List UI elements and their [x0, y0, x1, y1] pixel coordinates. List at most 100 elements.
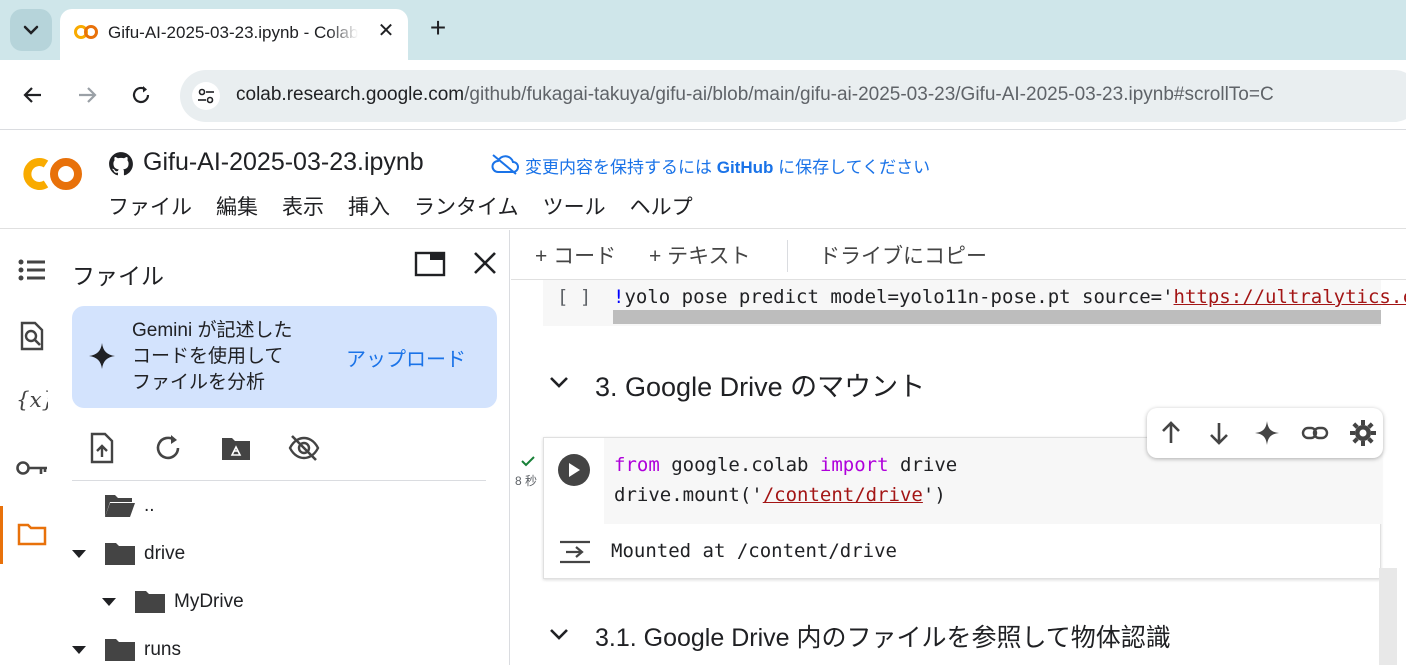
colab-favicon-icon	[74, 25, 98, 39]
close-icon[interactable]	[470, 248, 500, 278]
svg-text:{x}: {x}	[16, 388, 48, 413]
visibility-off-icon[interactable]	[288, 432, 320, 464]
arrow-up-icon[interactable]	[1157, 419, 1185, 447]
chevron-down-icon	[23, 25, 39, 35]
check-icon	[521, 456, 535, 467]
new-tab-button[interactable]: +	[424, 14, 452, 42]
code-call: drive.mount('	[614, 484, 763, 506]
notebook-main: + コード + テキスト ドライブにコピー [ ] !yolo pose pre…	[511, 230, 1406, 665]
code-cell-2[interactable]: from google.colab import drive drive.mou…	[543, 437, 1382, 579]
tree-item-mydrive[interactable]: MyDrive	[102, 582, 244, 622]
code-path: /content/drive	[762, 484, 923, 506]
tree-item-drive[interactable]: drive	[72, 534, 185, 574]
code-prefix: yolo pose predict model=yolo11n-pose.pt …	[624, 286, 1174, 308]
notebook-title[interactable]: Gifu-AI-2025-03-23.ipynb	[143, 148, 424, 177]
cloud-off-icon	[491, 154, 519, 175]
secrets-button[interactable]	[16, 452, 48, 484]
chevron-down-icon[interactable]	[549, 375, 569, 389]
code-name: drive	[888, 454, 958, 476]
cell-run-brackets[interactable]: [ ]	[557, 286, 591, 308]
colab-logo-icon[interactable]	[20, 153, 86, 195]
code-close: ')	[922, 484, 946, 506]
horizontal-scrollbar[interactable]	[613, 310, 1381, 324]
sparkle-icon[interactable]	[1253, 419, 1281, 447]
menu-bar: ファイル 編集 表示 挿入 ランタイム ツール ヘルプ	[108, 191, 717, 221]
address-bar[interactable]: colab.research.google.com/github/fukagai…	[180, 70, 1406, 122]
gear-icon[interactable]	[1349, 419, 1377, 447]
save-suffix: に保存してください	[773, 158, 931, 177]
code-url[interactable]: https://ultralytics.com/	[1174, 286, 1406, 308]
tree-label: ..	[144, 495, 155, 516]
menu-view[interactable]: 表示	[282, 191, 324, 221]
shell-bang: !	[613, 286, 625, 308]
gemini-line-2: コードを使用して	[132, 346, 284, 367]
menu-help[interactable]: ヘルプ	[630, 191, 693, 221]
forward-button[interactable]	[74, 82, 100, 108]
upload-link[interactable]: アップロード	[346, 343, 466, 372]
cell-toolbar	[1147, 408, 1383, 458]
code-line-1: from google.colab import drive	[614, 454, 957, 476]
refresh-icon[interactable]	[152, 432, 184, 464]
reload-button[interactable]	[128, 82, 154, 108]
code-cell-1[interactable]: [ ] !yolo pose predict model=yolo11n-pos…	[543, 280, 1406, 326]
mount-drive-icon[interactable]	[220, 432, 252, 464]
reload-icon	[132, 86, 150, 104]
vertical-scrollbar[interactable]	[1379, 568, 1397, 665]
list-icon	[18, 259, 45, 281]
execution-time: 8 秒	[515, 474, 538, 488]
tree-item-parent[interactable]: ..	[104, 486, 155, 526]
menu-edit[interactable]: 編集	[216, 191, 258, 221]
browser-tab-active[interactable]: Gifu-AI-2025-03-23.ipynb - Colab ✕	[60, 9, 408, 60]
code-line-2: drive.mount('/content/drive')	[614, 484, 946, 506]
save-to-github-link[interactable]: 変更内容を保持するには GitHub に保存してください	[525, 153, 930, 178]
add-code-button[interactable]: + コード	[535, 240, 616, 270]
back-button[interactable]	[20, 82, 46, 108]
caret-down-icon[interactable]	[72, 549, 86, 559]
tree-label: MyDrive	[174, 591, 244, 612]
file-actions	[82, 428, 492, 468]
save-prefix: 変更内容を保持するには	[525, 158, 717, 177]
variables-icon: {x}	[16, 388, 48, 413]
arrow-right-icon	[79, 87, 97, 103]
toc-button[interactable]	[16, 254, 48, 286]
gemini-line-1: Gemini が記述した	[132, 320, 293, 341]
caret-down-icon[interactable]	[72, 645, 86, 655]
find-in-page-icon	[20, 321, 44, 351]
output-toggle-icon[interactable]	[558, 538, 592, 566]
menu-file[interactable]: ファイル	[108, 191, 192, 221]
menu-runtime[interactable]: ランタイム	[414, 191, 519, 221]
tab-search-button[interactable]	[10, 9, 52, 51]
files-panel: ファイル Gemini が記述した コードを使用して ファイルを分析 アップロー…	[62, 230, 510, 665]
site-info-button[interactable]	[192, 82, 220, 110]
gemini-line-3: ファイルを分析	[132, 372, 266, 393]
variables-button[interactable]: {x}	[16, 384, 48, 416]
code-module: google.colab	[659, 454, 820, 476]
files-button[interactable]	[16, 518, 48, 550]
tree-item-runs[interactable]: runs	[72, 630, 181, 670]
play-icon	[569, 463, 580, 477]
active-indicator	[0, 506, 3, 564]
browser-toolbar: colab.research.google.com/github/fukagai…	[0, 60, 1406, 130]
copy-to-drive-button[interactable]: ドライブにコピー	[819, 240, 987, 270]
key-icon	[16, 461, 47, 475]
gemini-description: Gemini が記述した コードを使用して ファイルを分析	[132, 318, 332, 396]
add-text-button[interactable]: + テキスト	[649, 240, 750, 270]
folder-icon	[105, 543, 135, 565]
github-icon[interactable]	[108, 151, 134, 177]
arrow-left-icon	[23, 87, 41, 103]
folder-open-icon	[105, 495, 135, 517]
find-button[interactable]	[16, 320, 48, 352]
upload-file-icon[interactable]	[86, 432, 118, 464]
tab-close-button[interactable]: ✕	[374, 19, 398, 43]
save-github: GitHub	[716, 158, 774, 177]
menu-insert[interactable]: 挿入	[348, 191, 390, 221]
run-cell-button[interactable]	[558, 454, 590, 486]
caret-down-icon[interactable]	[102, 597, 116, 607]
arrow-down-icon[interactable]	[1205, 419, 1233, 447]
url-host: colab.research.google.com	[236, 84, 465, 105]
link-icon[interactable]	[1301, 419, 1329, 447]
menu-tools[interactable]: ツール	[543, 191, 606, 221]
chevron-down-icon[interactable]	[549, 627, 569, 641]
open-in-tab-icon[interactable]	[414, 250, 446, 278]
url-path: /github/fukagai-takuya/gifu-ai/blob/main…	[464, 84, 1274, 105]
